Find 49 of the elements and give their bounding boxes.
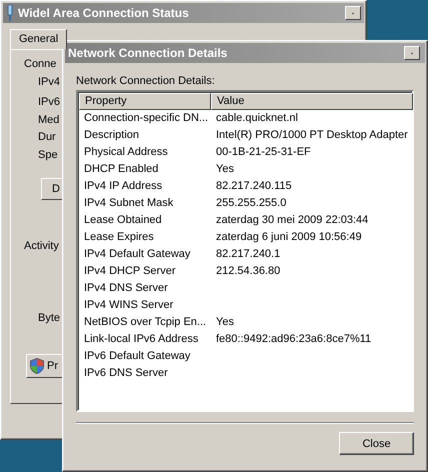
table-cell-text: Intel(R) PRO/1000 PT Desktop Adapter bbox=[215, 128, 409, 143]
tab[interactable]: General bbox=[10, 29, 68, 49]
field-label: IPv4 bbox=[38, 75, 60, 90]
section-label: Activity bbox=[24, 239, 59, 254]
caption-label: Network Connection Details: bbox=[76, 74, 216, 89]
table-cell-text: Yes bbox=[215, 162, 235, 177]
table-cell-text: Connection-specific DN... bbox=[83, 111, 210, 126]
table-cell-text: Lease Obtained bbox=[83, 213, 163, 228]
close-button[interactable] bbox=[404, 46, 420, 60]
field-label: Dur bbox=[38, 130, 56, 145]
table-cell-text: 82.217.240.115 bbox=[215, 179, 293, 194]
table-cell-text: IPv4 DHCP Server bbox=[83, 264, 176, 279]
table-cell-text: Physical Address bbox=[83, 145, 169, 160]
table-cell-text: Yes bbox=[215, 315, 235, 330]
table-cell-text: 212.54.36.80 bbox=[215, 264, 282, 279]
table-cell-text: IPv4 WINS Server bbox=[83, 298, 174, 313]
table-cell-text: zaterdag 30 mei 2009 22:03:44 bbox=[215, 213, 370, 228]
properties-button[interactable]: Pr bbox=[26, 354, 63, 378]
details-button[interactable]: D bbox=[41, 178, 63, 200]
window-title: Widel Area Connection Status bbox=[18, 6, 190, 20]
table-cell-text: IPv6 DNS Server bbox=[83, 366, 169, 381]
table-cell-text: IPv4 DNS Server bbox=[83, 281, 169, 296]
table-cell-text: Description bbox=[83, 128, 140, 143]
table-cell-text: NetBIOS over Tcpip En... bbox=[83, 315, 208, 330]
table-cell-text: IPv4 Subnet Mask bbox=[83, 196, 174, 211]
plug-icon bbox=[6, 5, 14, 21]
field-label: Byte bbox=[38, 311, 60, 326]
table-cell-text: Lease Expires bbox=[83, 230, 155, 245]
field-label: IPv6 bbox=[38, 95, 60, 110]
table-cell-text: zaterdag 6 juni 2009 10:56:49 bbox=[215, 230, 363, 245]
field-label: Med bbox=[38, 113, 60, 128]
shield-icon bbox=[30, 358, 44, 374]
table-cell-text: fe80::9492:ad96:23a6:8ce7%11 bbox=[215, 332, 372, 347]
column-header[interactable]: Value bbox=[211, 93, 413, 110]
section-label: Conne bbox=[24, 57, 56, 72]
table-cell-text: Link-local IPv6 Address bbox=[83, 332, 200, 347]
table-cell-text: 00-1B-21-25-31-EF bbox=[215, 145, 312, 160]
table-cell-text: IPv4 IP Address bbox=[83, 179, 164, 194]
window-title: Network Connection Details bbox=[68, 46, 228, 60]
table-cell-text: IPv4 Default Gateway bbox=[83, 247, 192, 262]
close-button[interactable]: Close bbox=[339, 432, 414, 455]
field-label: Spe bbox=[38, 148, 58, 163]
close-button[interactable] bbox=[345, 6, 361, 20]
table-cell-text: DHCP Enabled bbox=[83, 162, 160, 177]
table-cell-text: cable.quicknet.nl bbox=[215, 111, 299, 126]
column-header[interactable]: Property bbox=[79, 93, 211, 110]
table-cell-text: 255.255.255.0 bbox=[215, 196, 288, 211]
table-cell-text: IPv6 Default Gateway bbox=[83, 349, 192, 364]
table-cell-text: 82.217.240.1 bbox=[215, 247, 282, 262]
